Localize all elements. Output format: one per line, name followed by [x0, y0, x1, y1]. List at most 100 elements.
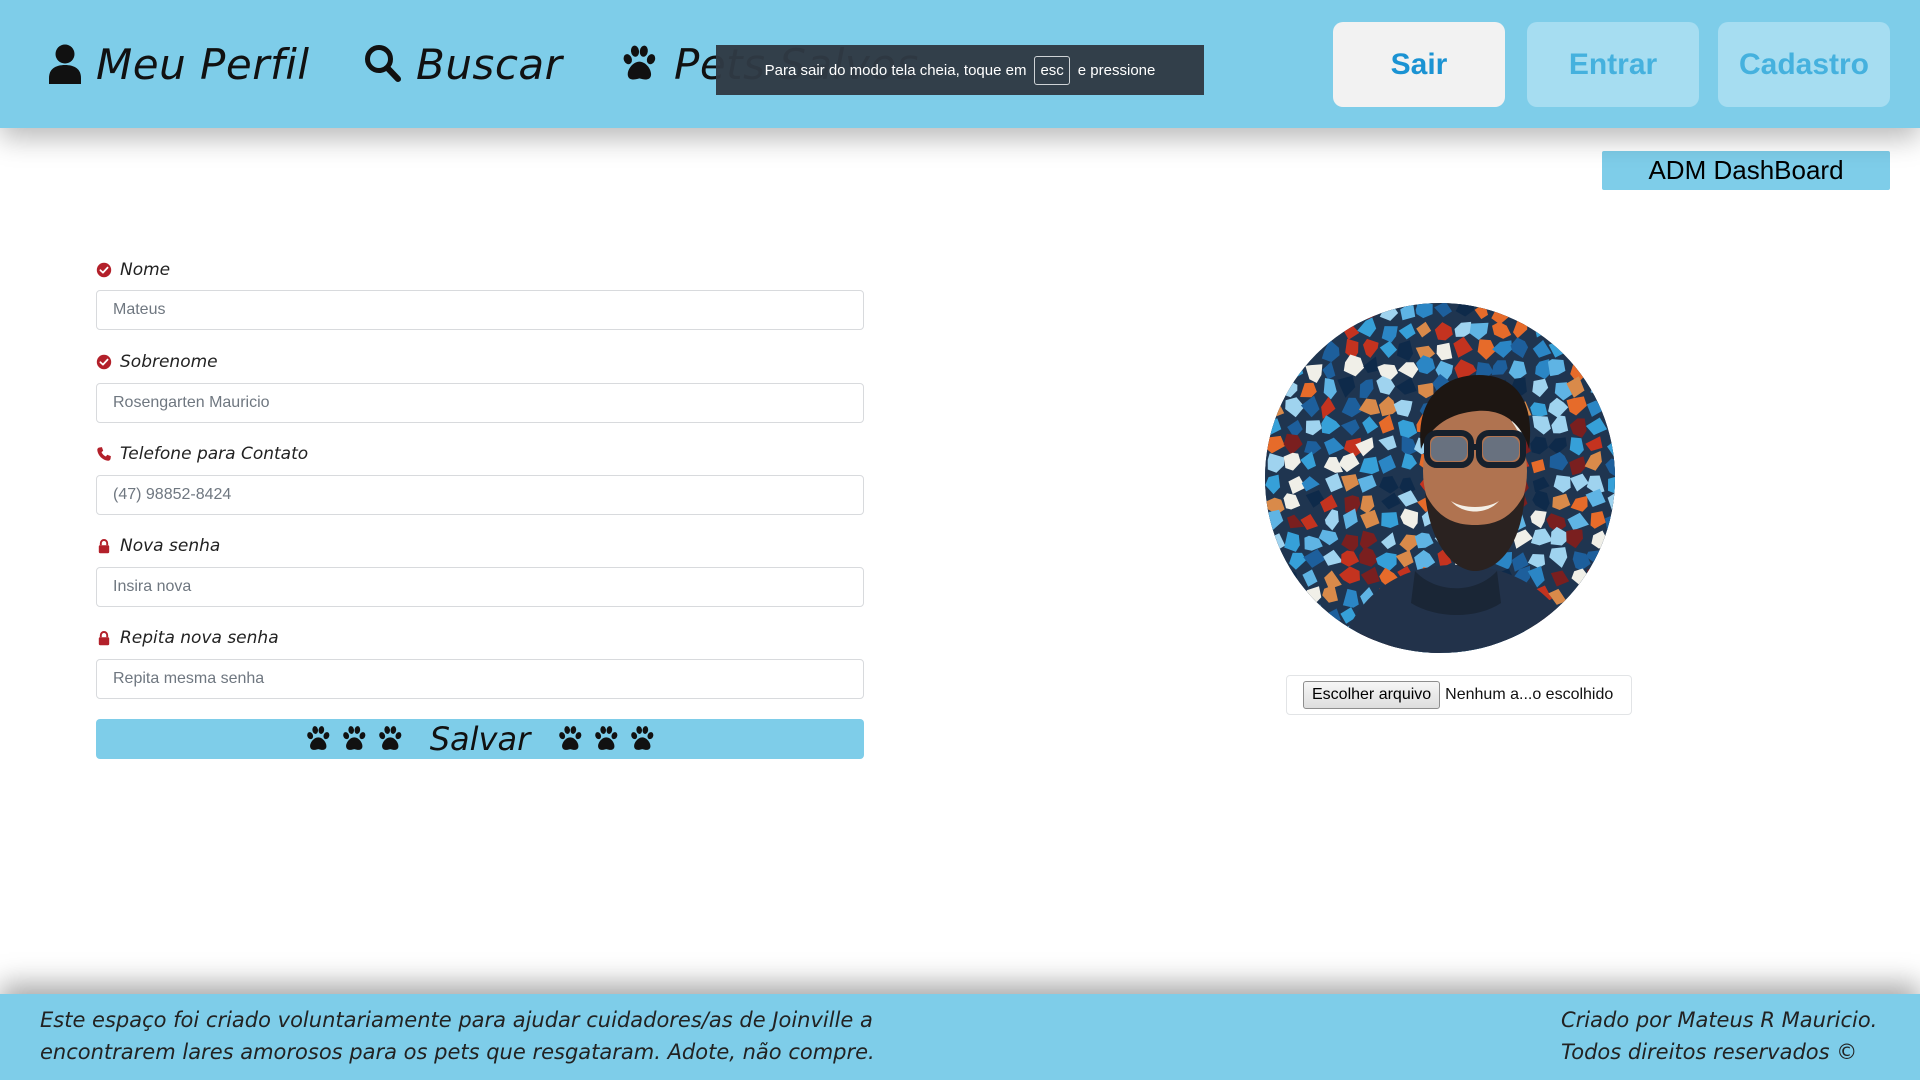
mosaic-tile [1265, 588, 1281, 607]
footer-about-text: Este espaço foi criado voluntariamente p… [40, 1004, 875, 1068]
profile-avatar [1265, 303, 1615, 653]
paw-icon [592, 725, 620, 753]
new-password-input[interactable] [96, 567, 864, 607]
footer-credits: Criado por Mateus R Mauricio. Todos dire… [1561, 1004, 1877, 1068]
mosaic-tile [1603, 395, 1615, 414]
mosaic-tile [1530, 402, 1548, 417]
mosaic-tile [1571, 590, 1588, 607]
nav-search[interactable]: Buscar [364, 36, 562, 92]
file-upload-status: Nenhum a...o escolhido [1445, 686, 1614, 703]
phone-input[interactable] [96, 475, 864, 515]
lock-icon [96, 630, 112, 646]
user-icon [49, 44, 81, 84]
mosaic-tile [1550, 629, 1570, 648]
fullscreen-notice-suffix: e pressione [1077, 61, 1156, 79]
mosaic-tile [1280, 569, 1298, 589]
choose-file-button[interactable]: Escolher arquivo [1303, 681, 1441, 709]
nav-search-label: Buscar [416, 39, 563, 89]
phone-icon [96, 446, 112, 462]
mosaic-tile [1565, 646, 1585, 653]
footer-about-line-2: encontrarem lares amorosos para os pets … [40, 1040, 875, 1064]
first-name-label-text: Nome [120, 260, 171, 280]
mosaic-tile [1606, 364, 1615, 377]
mosaic-tile [1336, 303, 1355, 321]
mosaic-tile [1265, 317, 1281, 337]
mosaic-tile [1586, 305, 1606, 323]
mosaic-tile [1265, 551, 1284, 570]
mosaic-tile [1591, 627, 1609, 646]
phone-label-text: Telefone para Contato [120, 444, 309, 464]
mosaic-tile [1586, 569, 1605, 586]
lock-icon [96, 538, 112, 554]
login-button[interactable]: Entrar [1527, 22, 1699, 107]
paw-group-left [304, 725, 404, 753]
paw-icon [304, 725, 332, 753]
last-name-input[interactable] [96, 383, 864, 423]
mosaic-tile [1302, 643, 1318, 653]
mosaic-tile [1548, 321, 1566, 337]
search-icon [365, 45, 401, 82]
paw-icon [376, 725, 404, 753]
mosaic-tile [1286, 322, 1302, 343]
mosaic-tile [1300, 319, 1319, 341]
mosaic-tile [1285, 336, 1301, 355]
repeat-password-input[interactable] [96, 659, 864, 699]
esc-key-badge: esc [1034, 55, 1070, 85]
nav-my-profile[interactable]: Meu Perfil [48, 36, 310, 92]
mosaic-tile [1342, 645, 1361, 653]
fullscreen-exit-notice: Para sair do modo tela cheia, toque em e… [716, 45, 1204, 95]
file-upload: Escolher arquivo Nenhum a...o escolhido [1286, 675, 1632, 715]
mosaic-tile [1535, 320, 1553, 338]
mosaic-tile [1281, 610, 1302, 625]
check-circle-icon [96, 354, 112, 370]
mosaic-tile [1607, 585, 1615, 603]
new-password-label-text: Nova senha [120, 536, 221, 556]
profile-photo [1265, 303, 1615, 653]
paw-icon [628, 725, 656, 753]
mosaic-tile [1324, 643, 1340, 653]
check-circle-icon [96, 262, 112, 278]
mosaic-tile [1320, 303, 1338, 320]
mosaic-tile [1569, 624, 1591, 642]
mosaic-tile [1381, 512, 1399, 528]
mosaic-tile [1265, 571, 1279, 587]
phone-label: Telefone para Contato [96, 442, 308, 466]
register-button[interactable]: Cadastro [1718, 22, 1890, 107]
mosaic-tile [1591, 358, 1608, 381]
mosaic-tile [1287, 646, 1304, 653]
mosaic-tile [1267, 379, 1285, 400]
mosaic-tile [1571, 303, 1592, 318]
footer-credits-line-1: Criado por Mateus R Mauricio. [1561, 1008, 1878, 1032]
logout-button[interactable]: Sair [1333, 22, 1505, 107]
mosaic-tile [1320, 626, 1340, 646]
save-button[interactable]: Salvar [96, 719, 864, 759]
first-name-input[interactable] [96, 290, 864, 330]
last-name-label-text: Sobrenome [120, 352, 218, 372]
footer-about-line-1: Este espaço foi criado voluntariamente p… [40, 1008, 873, 1032]
mosaic-tile [1265, 344, 1281, 361]
mosaic-tile [1569, 322, 1591, 343]
last-name-label: Sobrenome [96, 350, 218, 374]
mosaic-tile [1281, 590, 1305, 607]
mosaic-tile [1566, 606, 1586, 624]
mosaic-tile [1515, 644, 1533, 653]
paw-icon [618, 44, 660, 84]
mosaic-tile [1553, 641, 1571, 653]
mosaic-tile [1551, 608, 1568, 628]
paw-icon [340, 725, 368, 753]
paw-icon [556, 725, 584, 753]
mosaic-tile [1585, 320, 1607, 338]
mosaic-tile [1587, 608, 1603, 629]
mosaic-tile [1605, 549, 1615, 568]
mosaic-tile [1268, 629, 1284, 647]
mosaic-tile [1607, 625, 1615, 641]
mosaic-tile [1605, 303, 1615, 319]
save-button-label: Salvar [429, 720, 531, 758]
mosaic-tile [1282, 624, 1302, 644]
mosaic-tile [1363, 643, 1381, 653]
repeat-password-label-text: Repita nova senha [120, 628, 279, 648]
footer-credits-line-2: Todos direitos reservados © [1561, 1040, 1858, 1064]
mosaic-tile [1265, 359, 1284, 376]
mosaic-tile [1304, 604, 1324, 622]
admin-dashboard-button[interactable]: ADM DashBoard [1602, 151, 1890, 190]
